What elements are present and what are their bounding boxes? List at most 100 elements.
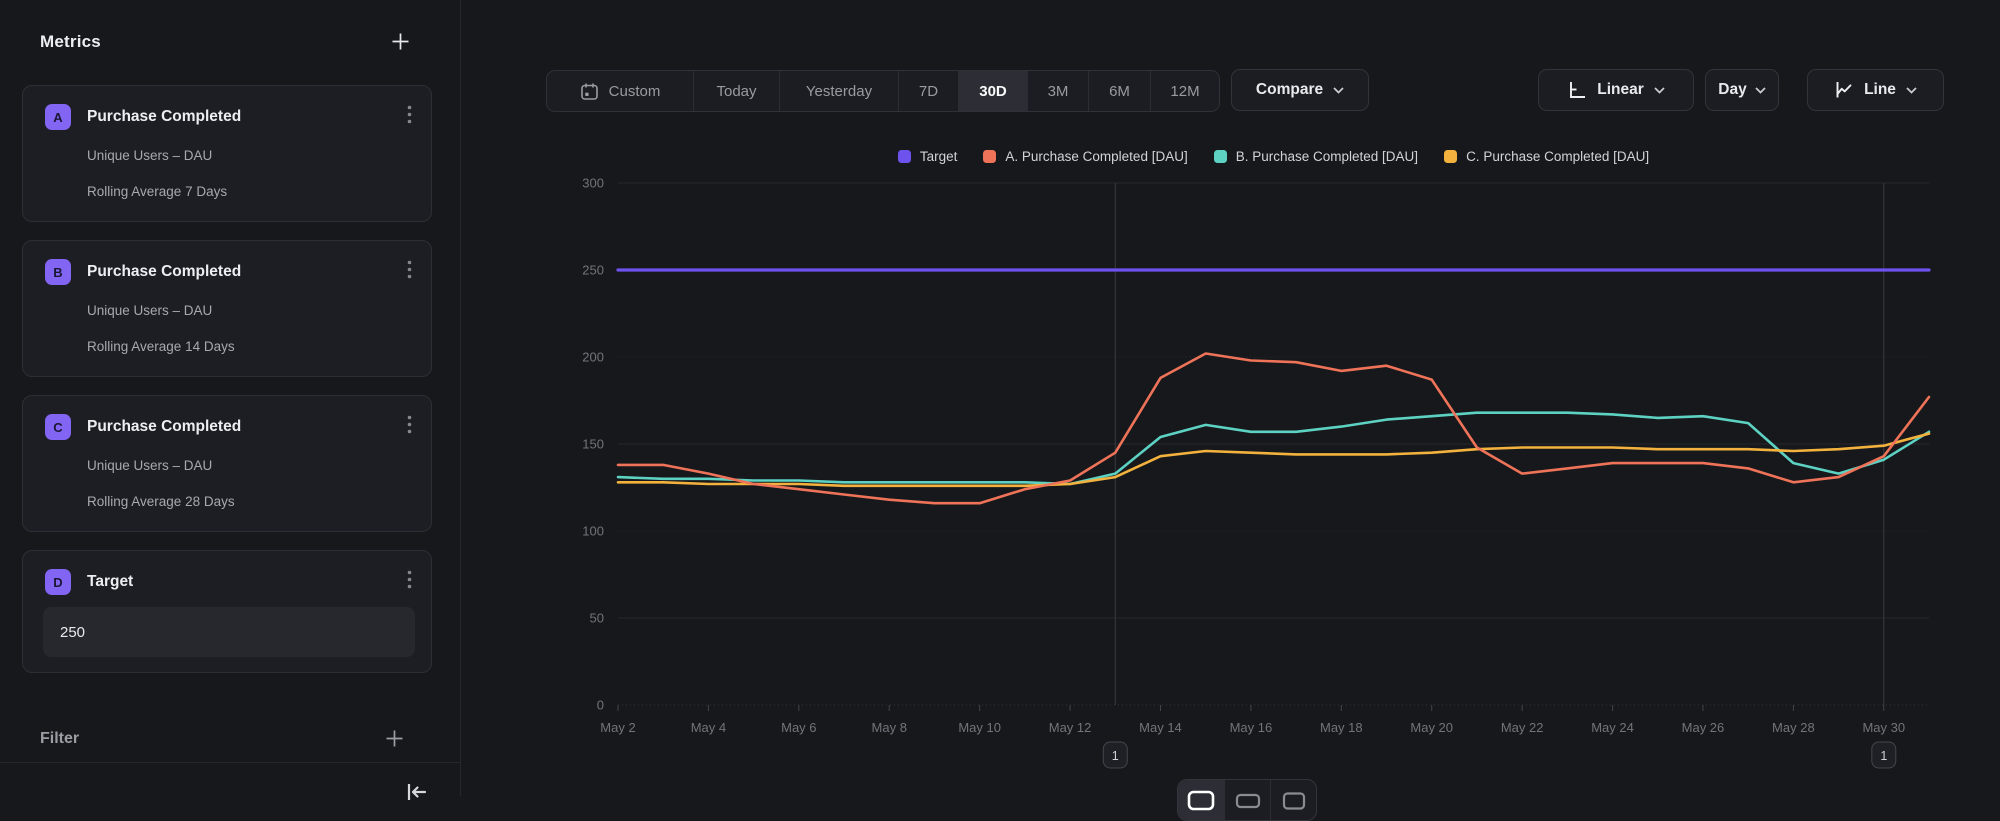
plus-icon: [384, 728, 405, 749]
chart-size-control: [1177, 779, 1317, 821]
metric-rolling-average: Rolling Average 14 Days: [87, 339, 235, 354]
range-button-30d[interactable]: 30D: [958, 71, 1027, 111]
metric-badge: B: [45, 259, 71, 285]
card-menu-button[interactable]: [395, 100, 423, 128]
chart-type-select-button[interactable]: Line: [1807, 69, 1944, 111]
range-button-12m[interactable]: 12M: [1150, 71, 1219, 111]
annotation-flag[interactable]: 1: [1103, 742, 1127, 768]
calendar-icon: [580, 82, 599, 101]
metric-title: Purchase Completed: [87, 108, 241, 126]
chevron-down-icon: [1755, 87, 1766, 94]
compare-button[interactable]: Compare: [1231, 69, 1369, 111]
chart-size-small-icon: [1281, 789, 1307, 813]
range-button-custom[interactable]: Custom: [547, 71, 693, 111]
granularity-label: Day: [1718, 81, 1746, 99]
granularity-select-button[interactable]: Day: [1705, 69, 1779, 111]
x-axis-label: May 12: [1049, 720, 1092, 735]
kebab-icon: [407, 415, 412, 434]
chart-size-option-2[interactable]: [1224, 780, 1270, 820]
metric-title: Purchase Completed: [87, 418, 241, 436]
chart-area: 050100150200250300May 2May 4May 6May 8Ma…: [461, 170, 2000, 796]
collapse-left-icon: [404, 781, 428, 803]
legend-item-target[interactable]: Target: [898, 149, 958, 164]
y-axis-label: 0: [597, 698, 604, 713]
range-label: 6M: [1109, 83, 1130, 100]
legend-label: Target: [920, 149, 958, 164]
range-button-today[interactable]: Today: [693, 71, 779, 111]
filter-section-label: Filter: [40, 730, 79, 748]
metric-card-c[interactable]: C Purchase Completed Unique Users – DAU …: [22, 395, 432, 532]
add-metric-button[interactable]: [386, 27, 414, 55]
collapse-sidebar-button[interactable]: [402, 778, 430, 806]
kebab-icon: [407, 105, 412, 124]
svg-text:1: 1: [1880, 749, 1887, 763]
annotation-flag[interactable]: 1: [1872, 742, 1896, 768]
chart-size-option-1[interactable]: [1178, 780, 1224, 820]
legend-swatch: [983, 150, 996, 163]
x-axis-label: May 28: [1772, 720, 1815, 735]
sidebar-divider: [0, 762, 460, 763]
card-menu-button[interactable]: [395, 255, 423, 283]
x-axis-label: May 14: [1139, 720, 1182, 735]
legend-item-series-c[interactable]: C. Purchase Completed [DAU]: [1444, 149, 1649, 164]
range-button-yesterday[interactable]: Yesterday: [779, 71, 898, 111]
sidebar-title: Metrics: [40, 32, 101, 52]
legend-swatch: [1444, 150, 1457, 163]
chevron-down-icon: [1333, 87, 1344, 94]
chart-size-large-icon: [1186, 789, 1216, 813]
range-button-7d[interactable]: 7D: [898, 71, 958, 111]
metric-title: Target: [87, 573, 133, 591]
metrics-line-chart: 050100150200250300May 2May 4May 6May 8Ma…: [461, 170, 2000, 796]
x-axis-label: May 24: [1591, 720, 1634, 735]
metric-card-a[interactable]: A Purchase Completed Unique Users – DAU …: [22, 85, 432, 222]
metric-title: Purchase Completed: [87, 263, 241, 281]
add-filter-button[interactable]: [380, 724, 408, 752]
legend-item-series-b[interactable]: B. Purchase Completed [DAU]: [1214, 149, 1418, 164]
card-menu-button[interactable]: [395, 565, 423, 593]
metric-badge: A: [45, 104, 71, 130]
metric-measure: Unique Users – DAU: [87, 148, 212, 163]
y-axis-label: 250: [582, 263, 604, 278]
metric-rolling-average: Rolling Average 7 Days: [87, 184, 227, 199]
target-value-input[interactable]: [43, 607, 415, 657]
chart-size-medium-icon: [1234, 789, 1262, 813]
svg-text:1: 1: [1112, 749, 1119, 763]
card-menu-button[interactable]: [395, 410, 423, 438]
date-range-control: Custom Today Yesterday 7D 30D 3M 6M 12M: [546, 70, 1220, 112]
legend-label: B. Purchase Completed [DAU]: [1236, 149, 1418, 164]
x-axis-label: May 8: [872, 720, 907, 735]
range-label: 7D: [919, 83, 938, 100]
y-axis-label: 150: [582, 437, 604, 452]
legend-label: A. Purchase Completed [DAU]: [1005, 149, 1187, 164]
chevron-down-icon: [1906, 87, 1917, 94]
legend-item-series-a[interactable]: A. Purchase Completed [DAU]: [983, 149, 1187, 164]
range-label: Today: [716, 83, 756, 100]
metric-rolling-average: Rolling Average 28 Days: [87, 494, 235, 509]
x-axis-label: May 22: [1501, 720, 1544, 735]
range-label: 12M: [1170, 83, 1199, 100]
kebab-icon: [407, 570, 412, 589]
x-axis-label: May 26: [1682, 720, 1725, 735]
legend-swatch: [1214, 150, 1227, 163]
line-chart-icon: [1834, 80, 1854, 100]
y-axis-label: 100: [582, 524, 604, 539]
metric-card-b[interactable]: B Purchase Completed Unique Users – DAU …: [22, 240, 432, 377]
range-button-3m[interactable]: 3M: [1027, 71, 1088, 111]
x-axis-label: May 20: [1410, 720, 1453, 735]
range-button-6m[interactable]: 6M: [1088, 71, 1150, 111]
chart-size-option-3[interactable]: [1270, 780, 1316, 820]
kebab-icon: [407, 260, 412, 279]
y-axis-label: 200: [582, 350, 604, 365]
chevron-down-icon: [1654, 87, 1665, 94]
range-label: 30D: [979, 83, 1007, 100]
chart-type-label: Line: [1864, 81, 1896, 99]
target-card[interactable]: D Target: [22, 550, 432, 673]
metrics-sidebar: Metrics A Purchase Completed Unique User…: [0, 0, 461, 796]
y-axis-label: 300: [582, 176, 604, 191]
range-label: Yesterday: [806, 83, 872, 100]
legend-label: C. Purchase Completed [DAU]: [1466, 149, 1649, 164]
series-line-series-c: [618, 434, 1929, 486]
scale-select-button[interactable]: Linear: [1538, 69, 1694, 111]
legend-swatch: [898, 150, 911, 163]
x-axis-label: May 2: [600, 720, 635, 735]
